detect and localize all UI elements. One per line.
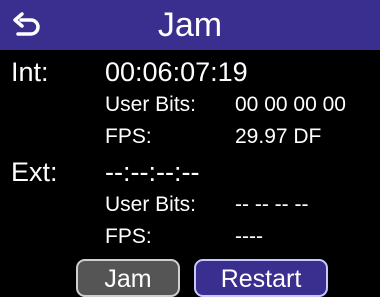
- internal-fps-label: FPS:: [105, 125, 152, 148]
- external-fps-label: FPS:: [105, 225, 152, 248]
- external-user-bits-value: -- -- -- --: [235, 193, 309, 216]
- internal-fps-value: 29.97 DF: [235, 125, 322, 148]
- restart-button[interactable]: Restart: [194, 259, 328, 297]
- title-bar: Jam: [0, 0, 380, 50]
- external-user-bits-label: User Bits:: [105, 193, 197, 216]
- internal-label: Int:: [11, 57, 49, 87]
- external-timecode: --:--:--:--: [105, 157, 200, 187]
- external-label: Ext:: [11, 157, 58, 187]
- jam-button[interactable]: Jam: [76, 259, 180, 297]
- internal-user-bits-value: 00 00 00 00: [235, 93, 346, 116]
- internal-user-bits-label: User Bits:: [105, 93, 197, 116]
- page-title: Jam: [157, 6, 223, 44]
- external-fps-value: ----: [235, 225, 263, 248]
- internal-timecode: 00:06:07:19: [105, 57, 248, 87]
